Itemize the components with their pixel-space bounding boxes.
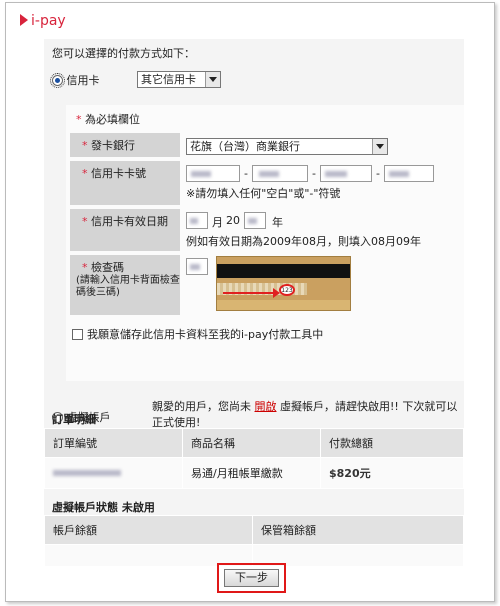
card-number-hint: ※請勿填入任何"空白"或"-"符號 [186,187,341,200]
expiry-year-unit: 年 [272,216,283,229]
expiry-year-prefix: 20 [226,214,240,227]
enable-link[interactable]: 開啟 [255,400,277,413]
card-back-image: 123 [216,256,351,311]
brand-logo: i-pay [20,13,66,29]
table-header-row: 帳戶餘額 保管箱餘額 [44,515,464,545]
issuer-label: * 發卡銀行 [70,133,180,157]
cvv-sample: 123 [279,284,295,296]
total-amount-header: 付款總額 [320,428,464,458]
card-number-part-4[interactable] [384,165,434,182]
order-number-cell [44,457,183,489]
save-card-option[interactable]: 我願意儲存此信用卡資料至我的i-pay付款工具中 [72,326,323,342]
card-number-part-1[interactable] [186,165,240,182]
chevron-down-icon[interactable] [372,139,387,154]
product-name-header: 商品名稱 [182,428,321,458]
total-amount-cell: $820元 [320,457,464,489]
required-note: * 為必填欄位 [76,113,140,126]
table-row: 易通/月租帳單繳款 $820元 [44,457,464,489]
credit-card-label: 信用卡 [66,74,100,87]
expiry-year-input[interactable] [244,212,266,229]
expiry-example: 例如有效日期為2009年08月，則填入08月09年 [186,235,421,248]
cvv-label: * 檢查碼 (請輸入信用卡背面檢查碼後三碼) [70,255,180,315]
next-button-highlight: 下一步 [217,563,286,593]
order-table: 訂單編號 商品名稱 付款總額 易通/月租帳單繳款 $820元 [44,428,464,489]
table-header-row: 訂單編號 商品名稱 付款總額 [44,428,464,458]
card-number-part-2[interactable] [252,165,308,182]
card-number-part-3[interactable] [320,165,372,182]
credit-card-radio[interactable] [50,73,65,88]
expiry-month-input[interactable] [186,212,208,229]
intro-text: 您可以選擇的付款方式如下： [52,47,195,60]
expiry-label: * 信用卡有效日期 [70,209,180,251]
account-balance-header: 帳戶餘額 [44,515,253,545]
virtual-status-title: 虛擬帳戶狀態 未啟用 [52,501,155,514]
virtual-status-table: 帳戶餘額 保管箱餘額 [44,515,464,567]
window-frame: i-pay 您可以選擇的付款方式如下： 信用卡 其它信用卡 * 為必填欄位 * … [5,2,495,602]
save-card-checkbox[interactable] [72,329,83,340]
card-type-value: 其它信用卡 [141,73,196,86]
triangle-icon [20,14,28,26]
virtual-account-message: 親愛的用戶，您尚未 開啟 虛擬帳戶，請趕快啟用!! 下次就可以正式使用! [152,400,458,429]
card-number-dash: - [244,167,248,180]
cvv-sub-label: (請輸入信用卡背面檢查碼後三碼) [76,275,180,298]
brand-name: i-pay [31,13,66,29]
safebox-balance-header: 保管箱餘額 [252,515,464,545]
issuer-value: 花旗（台灣）商業銀行 [190,140,300,153]
chevron-down-icon[interactable] [205,72,220,87]
card-number-dash: - [312,167,316,180]
cvv-input[interactable] [186,258,208,275]
save-card-label: 我願意儲存此信用卡資料至我的i-pay付款工具中 [87,328,324,341]
credit-card-option[interactable]: 信用卡 [50,72,100,88]
order-details-title: 訂單明細 [52,413,96,426]
product-name-cell: 易通/月租帳單繳款 [182,457,321,489]
card-number-dash: - [376,167,380,180]
issuer-select[interactable]: 花旗（台灣）商業銀行 [186,138,388,155]
expiry-month-unit: 月 [212,216,223,229]
order-number-header: 訂單編號 [44,428,183,458]
payment-panel: 您可以選擇的付款方式如下： 信用卡 其它信用卡 * 為必填欄位 * 發卡銀行 花… [44,39,464,567]
credit-card-form: * 為必填欄位 * 發卡銀行 花旗（台灣）商業銀行 * 信用卡卡號 - - - … [66,105,464,381]
card-number-label: * 信用卡卡號 [70,161,180,205]
card-type-select[interactable]: 其它信用卡 [137,71,221,88]
next-button[interactable]: 下一步 [224,569,279,587]
